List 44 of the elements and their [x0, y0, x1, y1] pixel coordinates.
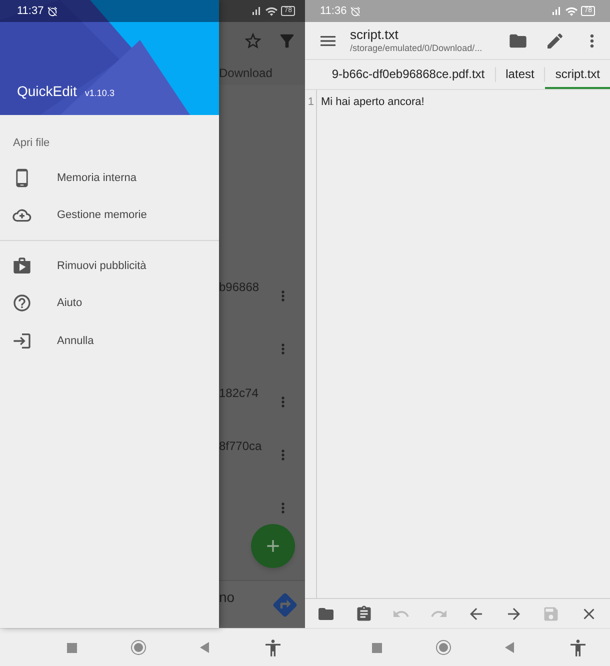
- file-path: /storage/emulated/0/Download/...: [350, 42, 484, 54]
- alarm-off-icon: [46, 6, 58, 16]
- status-time: 11:37: [17, 4, 44, 19]
- back-button[interactable]: [505, 642, 514, 653]
- pencil-icon[interactable]: [545, 30, 565, 50]
- file-tab[interactable]: script.txt: [545, 60, 610, 89]
- file-tab[interactable]: latest: [496, 60, 544, 89]
- back-button[interactable]: [200, 642, 209, 653]
- file-title: script.txt: [350, 27, 400, 42]
- signal-icon: [550, 5, 562, 17]
- enter-icon: [12, 330, 32, 351]
- signal-icon: [250, 5, 262, 17]
- file-tab[interactable]: 9-b66c-df0eb96868ce.pdf.txt: [322, 60, 495, 89]
- status-time: 11:36: [320, 4, 347, 19]
- add-button[interactable]: [251, 524, 295, 568]
- code-line: Mi hai aperto ancora!: [321, 95, 424, 110]
- shopping-bag-icon: [12, 256, 32, 276]
- accessibility-icon[interactable]: [263, 638, 283, 658]
- file-name: 8f770ca: [219, 439, 262, 453]
- bottom-bar-text: no: [219, 588, 235, 607]
- section-title: Apri file: [12, 136, 51, 151]
- app-version: v1.10.3: [84, 86, 114, 100]
- drawer-item[interactable]: Aiuto: [0, 284, 219, 322]
- drawer-item[interactable]: Gestione memorie: [0, 196, 219, 234]
- drawer-item[interactable]: Memoria interna: [0, 159, 219, 196]
- app-name: QuickEdit: [17, 82, 77, 101]
- help-icon: [12, 293, 32, 314]
- drawer-item[interactable]: Annulla: [0, 322, 219, 360]
- file-name: b96868: [219, 280, 260, 294]
- star-icon[interactable]: [243, 31, 263, 51]
- clipboard-icon[interactable]: [354, 604, 373, 622]
- home-button[interactable]: [436, 640, 451, 655]
- wifi-icon: [265, 4, 278, 18]
- recent-apps-button[interactable]: [67, 642, 77, 652]
- wifi-icon: [565, 4, 578, 18]
- home-button[interactable]: [131, 640, 146, 655]
- line-number: 1: [308, 95, 314, 110]
- file-name: 182c74: [219, 386, 258, 400]
- directions-icon[interactable]: [271, 590, 299, 618]
- recent-apps-button[interactable]: [372, 642, 382, 652]
- drawer-item[interactable]: Rimuovi pubblicità: [0, 247, 219, 284]
- cloud-plus-icon: [12, 207, 32, 224]
- accessibility-icon[interactable]: [568, 638, 588, 658]
- alarm-off-icon: [350, 6, 361, 16]
